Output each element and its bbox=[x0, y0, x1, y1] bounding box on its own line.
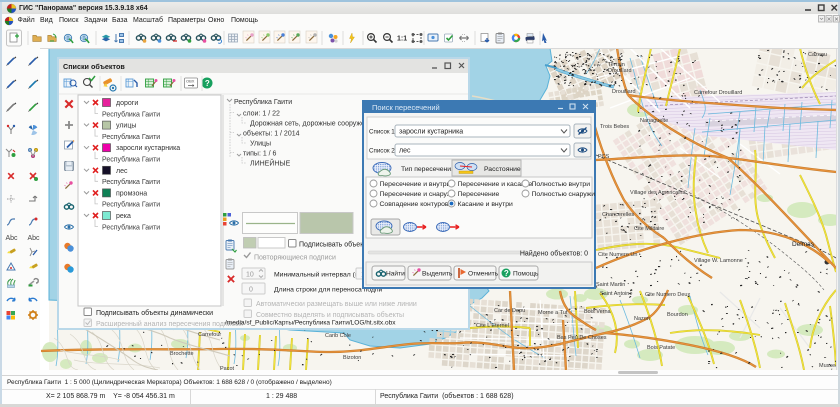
svg-text:Nazon: Nazon bbox=[634, 316, 650, 322]
svg-text:Cite Numero Un: Cite Numero Un bbox=[598, 252, 637, 258]
svg-text:Chancerelles: Chancerelles bbox=[602, 212, 634, 218]
svg-text:Drouillard: Drouillard bbox=[608, 68, 632, 74]
svg-text:ЛИНЕЙНЫЕ: ЛИНЕЙНЫЕ bbox=[250, 159, 291, 168]
svg-text:Abc: Abc bbox=[28, 235, 41, 242]
svg-text:Расстояние: Расстояние bbox=[484, 166, 521, 173]
svg-text:Cite L'Eternel: Cite L'Eternel bbox=[476, 323, 509, 329]
svg-text:Выделить: Выделить bbox=[422, 271, 453, 278]
svg-text:Cite Numero Deux: Cite Numero Deux bbox=[645, 292, 690, 298]
svg-text:Касание и внутри: Касание и внутри bbox=[458, 201, 513, 208]
svg-text:заросли кустарника: заросли кустарника bbox=[399, 129, 463, 136]
svg-text:Республика Гаити: Республика Гаити bbox=[102, 178, 160, 186]
svg-text:Помощь: Помощь bbox=[513, 271, 539, 278]
svg-text:Республика Гаити: Республика Гаити bbox=[102, 201, 160, 209]
svg-text:1:1: 1:1 bbox=[397, 35, 407, 42]
svg-text:Тип пересечения: Тип пересечения bbox=[401, 166, 455, 173]
svg-text:Пересечение: Пересечение bbox=[458, 191, 500, 198]
svg-text:Brochette: Brochette bbox=[170, 351, 194, 357]
svg-text:Пересечение и внутри: Пересечение и внутри bbox=[380, 181, 451, 188]
svg-text:Расширенный анализ пересечения: Расширенный анализ пересечения подписей bbox=[96, 320, 243, 328]
svg-text:Подписывать объекты: Подписывать объекты bbox=[299, 241, 372, 249]
svg-text:PCS: PCS bbox=[598, 154, 610, 160]
svg-text:Список 2: Список 2 bbox=[369, 148, 395, 155]
svg-text:Найдено объектов: 0: Найдено объектов: 0 bbox=[520, 250, 588, 258]
svg-text:Найти: Найти bbox=[386, 270, 405, 278]
svg-text:Cazeau: Cazeau bbox=[808, 52, 827, 58]
svg-text:Delmas: Delmas bbox=[792, 241, 815, 248]
svg-text:Village des Americains: Village des Americains bbox=[630, 190, 685, 196]
svg-text:дороги: дороги bbox=[116, 100, 138, 107]
svg-text:промзона: промзона bbox=[116, 190, 147, 197]
svg-text:Подписывать объекты динамическ: Подписывать объекты динамически bbox=[96, 309, 213, 317]
svg-text:лес: лес bbox=[399, 148, 411, 155]
svg-text:Список 1: Список 1 bbox=[369, 129, 395, 136]
svg-text:Carrefour: Carrefour bbox=[198, 332, 221, 338]
svg-text:Morne a Tuf: Morne a Tuf bbox=[538, 310, 568, 316]
svg-text:Drouillard: Drouillard bbox=[612, 89, 636, 95]
svg-text:Abc: Abc bbox=[6, 235, 19, 242]
svg-text:Республика Гаити: Республика Гаити bbox=[102, 133, 160, 141]
svg-text:улицы: улицы bbox=[116, 123, 136, 130]
svg-text:Отменить: Отменить bbox=[468, 271, 499, 278]
svg-text:Совместно выделять и подписыва: Совместно выделять и подписывать объекты bbox=[256, 311, 404, 319]
svg-text:Республика Гаити: Республика Гаити bbox=[102, 223, 160, 231]
svg-text:Пересечение и снаружи: Пересечение и снаружи bbox=[380, 191, 456, 198]
svg-text:Повторяющиеся подписи: Повторяющиеся подписи bbox=[254, 255, 336, 262]
svg-text:Пересечение и касание: Пересечение и касание bbox=[458, 181, 533, 188]
svg-text:Trois Bebes: Trois Bebes bbox=[600, 124, 629, 130]
svg-text:Nanaguelte: Nanaguelte bbox=[640, 118, 668, 124]
svg-text:/media/sf_Public/Карты/Республ: /media/sf_Public/Карты/Республика Гаити/… bbox=[225, 319, 396, 327]
svg-text:Совпадение контуров: Совпадение контуров bbox=[380, 201, 449, 208]
svg-text:Carrefour Drouillard: Carrefour Drouillard bbox=[694, 90, 742, 96]
svg-text:Musseau: Musseau bbox=[819, 363, 836, 369]
svg-text:10: 10 bbox=[246, 272, 254, 279]
svg-text:Полностью внутри: Полностью внутри bbox=[532, 181, 591, 188]
svg-text:Полностью снаружи: Полностью снаружи bbox=[532, 191, 596, 198]
svg-text:Car de Depu: Car de Depu bbox=[494, 308, 525, 314]
svg-text:Saint Antoine: Saint Antoine bbox=[600, 291, 632, 297]
svg-text:типы: 1 / 6: типы: 1 / 6 bbox=[243, 151, 277, 158]
svg-text:лес: лес bbox=[116, 168, 128, 175]
svg-text:Saint Martin: Saint Martin bbox=[596, 282, 625, 288]
svg-text:Поиск пересечений: Поиск пересечений bbox=[372, 103, 440, 112]
svg-text:Cite Militaire: Cite Militaire bbox=[634, 226, 664, 232]
svg-text:заросли кустарника: заросли кустарника bbox=[116, 145, 180, 152]
svg-text:Автоматически размещать выше и: Автоматически размещать выше или ниже ли… bbox=[256, 301, 417, 308]
svg-text:Республика Гаити: Республика Гаити bbox=[234, 98, 292, 106]
svg-text:река: река bbox=[116, 213, 131, 220]
svg-text:Bois Verna: Bois Verna bbox=[584, 309, 612, 315]
svg-text:Bas Peu De Choses: Bas Peu De Choses bbox=[557, 335, 607, 341]
svg-text:Bourdon: Bourdon bbox=[667, 312, 688, 318]
svg-text:объекты: 1 / 2014: объекты: 1 / 2014 bbox=[243, 130, 300, 138]
svg-text:Республика Гаити: Республика Гаити bbox=[102, 110, 160, 118]
svg-text:Списки объектов: Списки объектов bbox=[63, 62, 125, 71]
svg-text:0: 0 bbox=[249, 287, 253, 294]
svg-text:Bois Patate: Bois Patate bbox=[647, 345, 675, 351]
svg-text:?: ? bbox=[504, 269, 509, 278]
svg-text:Улицы: Улицы bbox=[250, 141, 271, 148]
svg-text:Дорожная сеть, дорожные сооруж: Дорожная сеть, дорожные сооружения bbox=[250, 121, 377, 128]
svg-text:слои: 1 / 22: слои: 1 / 22 bbox=[243, 111, 280, 118]
svg-text:Carib Cole: Carib Cole bbox=[325, 333, 351, 339]
svg-text:Village W. Lamonne: Village W. Lamonne bbox=[694, 258, 743, 264]
svg-text:Республика Гаити: Республика Гаити bbox=[102, 156, 160, 164]
svg-text:?: ? bbox=[205, 79, 210, 88]
svg-text:Bizoton: Bizoton bbox=[343, 355, 361, 361]
svg-text:OBX: OBX bbox=[186, 79, 195, 84]
svg-text:Минимальный интервал (мм): Минимальный интервал (мм) bbox=[274, 271, 366, 279]
